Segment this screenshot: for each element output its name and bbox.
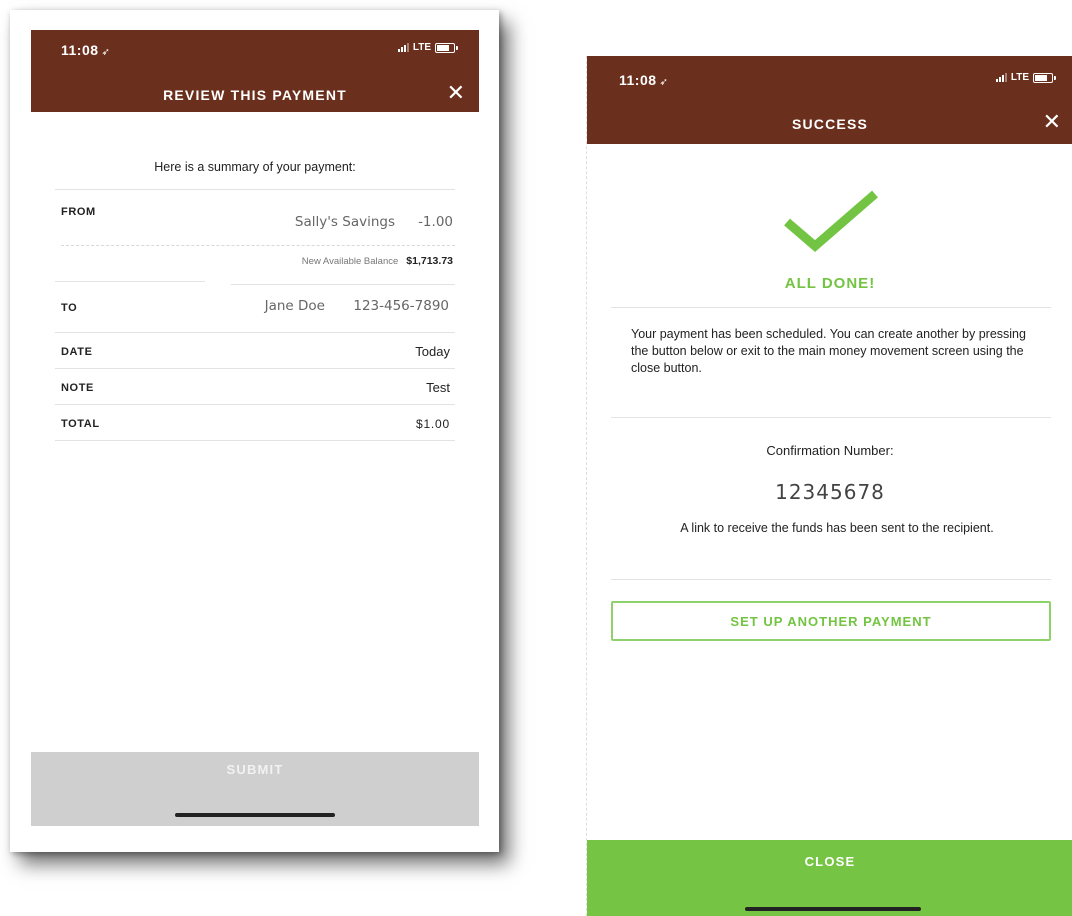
status-time: 11:08 [619, 72, 657, 88]
new-balance-value: $1,713.73 [406, 255, 453, 267]
date-value: Today [415, 344, 450, 359]
network-label: LTE [412, 42, 431, 53]
success-screen: 11:08 ➶ LTE SUCCESS ✕ ALL DONE! Your paym… [586, 56, 1072, 916]
date-label: DATE [61, 346, 93, 358]
from-amount: -1.00 [418, 214, 453, 230]
all-done-heading: ALL DONE! [784, 275, 876, 292]
close-bar: CLOSE [587, 840, 1072, 916]
confirmation-number: 12345678 [775, 480, 885, 504]
set-up-another-payment-button[interactable]: SET UP ANOTHER PAYMENT [611, 601, 1051, 641]
from-label: FROM [61, 206, 96, 218]
close-button[interactable]: CLOSE [587, 854, 1072, 869]
to-label: TO [61, 302, 78, 314]
home-indicator [745, 907, 921, 911]
location-arrow-icon: ➶ [101, 47, 111, 58]
total-label: TOTAL [61, 418, 100, 430]
total-value: $1.00 [415, 417, 450, 431]
status-time: 11:08 [61, 42, 99, 58]
page-title: SUCCESS [791, 116, 869, 132]
note-value: Test [426, 380, 450, 395]
signal-icon [995, 73, 1007, 82]
close-icon[interactable]: ✕ [447, 82, 465, 104]
review-header: 11:08 ➶ LTE REVIEW THIS PAYMENT ✕ [31, 30, 479, 112]
checkmark-icon [784, 190, 878, 252]
to-phone: 123-456-7890 [353, 298, 449, 314]
divider [611, 307, 1051, 308]
scheduled-message: Your payment has been scheduled. You can… [631, 327, 1026, 375]
divider [231, 284, 455, 285]
divider [55, 368, 455, 369]
close-icon[interactable]: ✕ [1043, 111, 1061, 133]
confirmation-label: Confirmation Number: [766, 443, 894, 458]
submit-button[interactable]: SUBMIT [31, 762, 479, 777]
to-name: Jane Doe [264, 298, 325, 314]
status-time-group: 11:08 ➶ [61, 42, 110, 58]
status-bar: 11:08 ➶ LTE [31, 30, 479, 70]
link-sent-message: A link to receive the funds has been sen… [680, 521, 994, 535]
status-indicators: LTE [397, 42, 458, 53]
note-label: NOTE [61, 382, 94, 394]
review-phone-frame: 11:08 ➶ LTE REVIEW THIS PAYMENT ✕ Here is… [10, 10, 499, 852]
review-screen: 11:08 ➶ LTE REVIEW THIS PAYMENT ✕ Here is… [31, 30, 479, 826]
divider [61, 245, 455, 246]
new-balance: New Available Balance $1,713.73 [302, 255, 453, 267]
home-indicator [175, 813, 335, 817]
from-account: Sally's Savings [294, 214, 395, 230]
page-title: REVIEW THIS PAYMENT [163, 87, 347, 103]
signal-icon [397, 43, 409, 52]
submit-bar: SUBMIT [31, 752, 479, 826]
status-bar: 11:08 ➶ LTE [587, 56, 1072, 96]
battery-icon [1033, 72, 1056, 83]
divider [611, 417, 1051, 418]
divider [55, 404, 455, 405]
location-arrow-icon: ➶ [659, 77, 669, 88]
status-indicators: LTE [995, 72, 1056, 83]
divider [55, 189, 455, 190]
divider [55, 332, 455, 333]
divider [55, 281, 205, 282]
success-header: 11:08 ➶ LTE SUCCESS ✕ [587, 56, 1072, 144]
new-balance-label: New Available Balance [301, 256, 399, 267]
status-time-group: 11:08 ➶ [619, 72, 668, 88]
divider [611, 579, 1051, 580]
battery-icon [435, 42, 458, 53]
summary-heading: Here is a summary of your payment: [154, 160, 356, 174]
network-label: LTE [1010, 72, 1029, 83]
divider [55, 440, 455, 441]
